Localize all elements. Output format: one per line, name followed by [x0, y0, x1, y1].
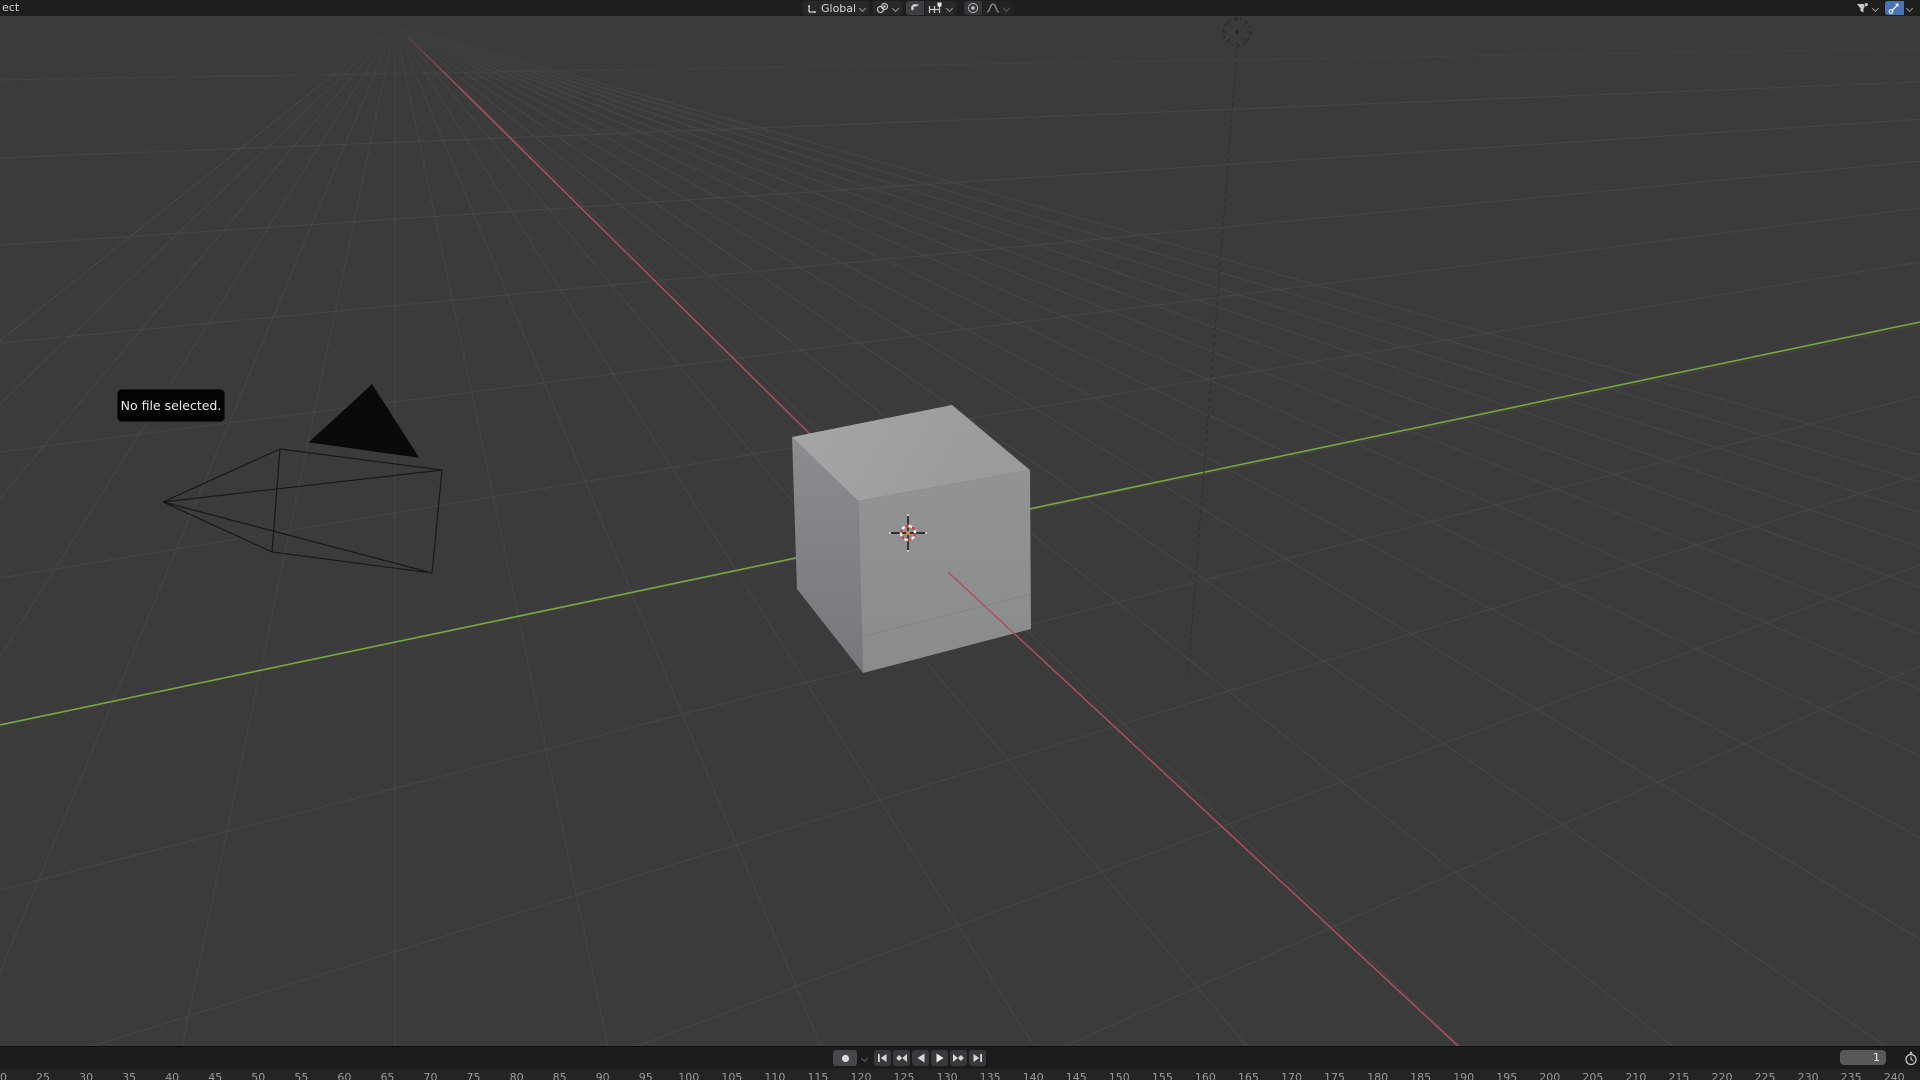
ruler-frame-label: 135 — [980, 1072, 1001, 1080]
orientation-label: Global — [821, 2, 856, 15]
ruler-frame-label: 25 — [36, 1072, 50, 1080]
ruler-frame-label: 145 — [1066, 1072, 1087, 1080]
chevron-down-icon — [892, 5, 899, 12]
ruler-frame-label: 75 — [467, 1072, 481, 1080]
point-light-object[interactable] — [1188, 17, 1252, 677]
ruler-frame-label: 100 — [678, 1072, 699, 1080]
ruler-frame-label: 95 — [639, 1072, 653, 1080]
ruler-frame-label: 200 — [1539, 1072, 1560, 1080]
play-reverse-button[interactable] — [912, 1050, 929, 1066]
timeline-ruler[interactable]: 20 25 30 35 40 45 50 55 60 65 70 75 80 85 90 95 100 105 11… — [0, 1069, 1920, 1080]
timeline-editor: 1 20 25 30 35 40 45 50 55 60 65 70 75 80 85 90 95 100 105… — [0, 1046, 1920, 1080]
ruler-frame-label: 20 — [0, 1072, 7, 1080]
ruler-frame-label: 160 — [1195, 1072, 1216, 1080]
transform-orientation-icon — [806, 2, 818, 14]
stopwatch-icon — [1904, 1051, 1918, 1066]
ruler-frame-label: 130 — [937, 1072, 958, 1080]
transform-orientation-dropdown[interactable]: Global — [803, 1, 869, 15]
chevron-down-icon — [1872, 5, 1879, 12]
stopwatch-button[interactable] — [1901, 1049, 1920, 1067]
ruler-frame-label: 30 — [79, 1072, 93, 1080]
prev-keyframe-icon — [895, 1053, 908, 1063]
ruler-frame-label: 105 — [721, 1072, 742, 1080]
ruler-frame-label: 170 — [1281, 1072, 1302, 1080]
object-visibility-filter-dropdown[interactable] — [1853, 1, 1882, 15]
falloff-curve-icon — [986, 2, 1000, 14]
ruler-frame-label: 155 — [1152, 1072, 1173, 1080]
show-gizmo-toggle[interactable] — [1885, 1, 1904, 15]
snap-target-dropdown[interactable] — [925, 1, 956, 15]
ruler-frame-label: 90 — [596, 1072, 610, 1080]
snap-increment-icon — [928, 2, 943, 14]
ruler-frame-label: 35 — [122, 1072, 136, 1080]
ruler-frame-label: 110 — [764, 1072, 785, 1080]
magnet-icon — [909, 2, 921, 14]
ruler-frame-label: 140 — [1023, 1072, 1044, 1080]
ruler-frame-label: 120 — [851, 1072, 872, 1080]
proportional-falloff-dropdown[interactable] — [983, 1, 1013, 15]
keying-set-chevron-icon[interactable] — [861, 1055, 868, 1062]
chevron-down-icon — [946, 5, 953, 12]
tooltip-text: No file selected. — [121, 398, 222, 413]
pivot-point-dropdown[interactable] — [873, 1, 902, 15]
ruler-frame-label: 50 — [251, 1072, 265, 1080]
viewport-header: ect Global — [0, 0, 1920, 16]
camera-up-triangle — [310, 385, 418, 457]
ruler-frame-label: 115 — [807, 1072, 828, 1080]
blender-window: ect Global — [0, 0, 1920, 1080]
play-reverse-icon — [916, 1053, 926, 1063]
horizon-fade — [0, 16, 1920, 106]
ruler-frame-label: 210 — [1625, 1072, 1646, 1080]
next-keyframe-button[interactable] — [950, 1050, 967, 1066]
timeline-header: 1 — [0, 1047, 1920, 1069]
chevron-down-icon — [1003, 5, 1010, 12]
prev-keyframe-button[interactable] — [893, 1050, 910, 1066]
jump-to-end-button[interactable] — [969, 1050, 986, 1066]
object-type-visibility-filter-icon — [1856, 2, 1869, 14]
viewport-3d[interactable] — [0, 0, 1920, 1080]
ruler-frame-label: 190 — [1453, 1072, 1474, 1080]
ruler-frame-label: 230 — [1798, 1072, 1819, 1080]
ruler-frame-label: 40 — [165, 1072, 179, 1080]
jump-to-end-icon — [972, 1053, 983, 1063]
ruler-frame-label: 225 — [1755, 1072, 1776, 1080]
ruler-frame-label: 240 — [1884, 1072, 1905, 1080]
ruler-frame-label: 185 — [1410, 1072, 1431, 1080]
select-menu-cropped[interactable]: ect — [2, 1, 19, 15]
pivot-point-icon — [876, 2, 889, 14]
play-forward-icon — [935, 1053, 945, 1063]
chevron-down-icon — [859, 5, 866, 12]
ruler-frame-label: 85 — [553, 1072, 567, 1080]
ruler-frame-label: 80 — [510, 1072, 524, 1080]
play-forward-button[interactable] — [931, 1050, 948, 1066]
ruler-frame-label: 125 — [894, 1072, 915, 1080]
ruler-frame-label: 220 — [1712, 1072, 1733, 1080]
ruler-frame-label: 215 — [1668, 1072, 1689, 1080]
chevron-down-icon[interactable] — [1906, 5, 1913, 12]
record-icon — [841, 1054, 850, 1063]
ruler-frame-label: 55 — [294, 1072, 308, 1080]
ruler-frame-label: 205 — [1582, 1072, 1603, 1080]
current-frame-field[interactable]: 1 — [1840, 1050, 1886, 1065]
ruler-frame-label: 150 — [1109, 1072, 1130, 1080]
ruler-frame-label: 70 — [424, 1072, 438, 1080]
current-frame-value: 1 — [1873, 1051, 1880, 1064]
ruler-frame-label: 195 — [1496, 1072, 1517, 1080]
proportional-editing-icon — [967, 2, 979, 14]
ruler-frame-label: 65 — [380, 1072, 394, 1080]
tooltip: No file selected. — [117, 389, 225, 422]
ruler-frame-label: 235 — [1841, 1072, 1862, 1080]
jump-to-start-icon — [877, 1053, 888, 1063]
ruler-frame-label: 180 — [1367, 1072, 1388, 1080]
ruler-frame-label: 165 — [1238, 1072, 1259, 1080]
ruler-frame-label: 45 — [208, 1072, 222, 1080]
ruler-frame-label: 175 — [1324, 1072, 1345, 1080]
auto-key-record-button[interactable] — [833, 1050, 857, 1066]
show-gizmo-icon — [1888, 2, 1901, 14]
jump-to-start-button[interactable] — [874, 1050, 891, 1066]
ruler-frame-label: 60 — [337, 1072, 351, 1080]
proportional-editing-toggle[interactable] — [964, 1, 982, 15]
snap-toggle-button[interactable] — [906, 1, 924, 15]
next-keyframe-icon — [952, 1053, 965, 1063]
